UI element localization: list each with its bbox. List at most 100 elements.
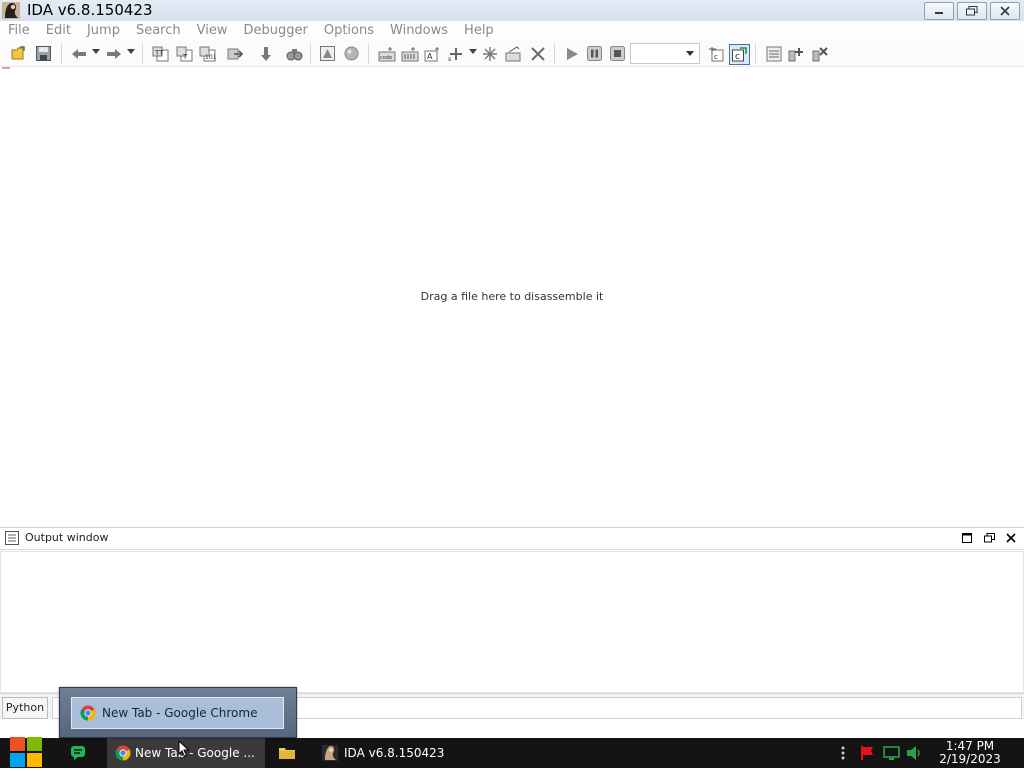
list-button[interactable] [764,44,783,63]
chrome-icon [80,705,96,721]
menu-help[interactable]: Help [456,21,502,40]
ida-icon [322,745,338,761]
speaker-icon [906,746,920,760]
make-struct-button[interactable]: s [446,44,465,63]
minimize-icon [935,12,943,14]
jump-to-button[interactable] [226,44,245,63]
make-array-button[interactable] [481,44,500,63]
delete-breakpoint-button[interactable] [811,44,830,63]
title-bar: IDA v6.8.150423 [0,0,1024,22]
search-text-next-icon: T [176,46,193,61]
back-history-dropdown[interactable] [92,49,100,54]
make-string-button[interactable]: A [423,44,442,63]
workspace-marker [2,67,10,69]
make-data-button[interactable] [400,44,419,63]
undefine-button[interactable] [528,44,547,63]
save-disk-icon [36,46,51,61]
open-file-button[interactable] [10,44,29,63]
decompile-button[interactable]: c [729,44,750,65]
disassembly-workspace[interactable]: Drag a file here to disassemble it [0,67,1024,527]
pause-icon [587,46,602,61]
stop-icon [610,46,625,61]
graph-view-button[interactable] [318,44,337,63]
array-icon [483,46,497,61]
mouse-cursor-icon [178,740,190,758]
struct-dropdown[interactable] [469,49,477,54]
data-icon [401,46,418,61]
tray-volume-button[interactable] [904,740,924,766]
taskbar-ida[interactable]: IDA v6.8.150423 [314,738,466,768]
output-close-button[interactable] [1004,530,1018,546]
menu-jump[interactable]: Jump [79,21,128,40]
output-maximize-button[interactable] [960,530,974,546]
network-monitor-icon [882,746,900,760]
main-toolbar: TT T 101 code A s c c [0,40,1024,67]
chat-bubble-icon [71,746,85,760]
x-delete-icon [530,46,545,61]
search-binary-button[interactable]: 101 [198,44,217,63]
svg-text:101: 101 [205,54,216,61]
color-button[interactable] [342,44,361,63]
menu-search[interactable]: Search [128,21,189,40]
debugger-select[interactable] [630,43,700,64]
sphere-icon [344,46,359,61]
taskbar-clock[interactable]: 1:47 PM 2/19/2023 [936,740,1004,766]
folder-icon [279,748,295,759]
save-button[interactable] [34,44,53,63]
output-window-title: Output window [25,531,109,544]
start-button[interactable] [8,736,44,768]
close-button[interactable] [990,2,1020,20]
taskbar-thumbnail-preview: New Tab - Google Chrome [59,687,297,738]
preview-window-item[interactable]: New Tab - Google Chrome [71,697,284,729]
step-down-button[interactable] [256,44,275,63]
start-debugger-button[interactable] [562,44,581,63]
svg-text:c: c [714,53,718,61]
decompile-icon: c [732,47,747,62]
stop-debugger-button[interactable] [608,44,627,63]
pause-debugger-button[interactable] [585,44,604,63]
delete-breakpoint-icon [812,46,828,61]
back-button[interactable] [69,44,88,63]
window-title: IDA v6.8.150423 [27,1,153,19]
menu-debugger[interactable]: Debugger [235,21,315,40]
search-text-button[interactable]: TT [151,44,170,63]
svg-text:T: T [182,53,188,61]
menu-bar: File Edit Jump Search View Debugger Opti… [0,21,1024,40]
forward-arrow-icon [106,48,121,59]
close-icon [1000,6,1010,16]
restore-button[interactable] [957,2,987,20]
search-occurrences-button[interactable] [285,44,304,63]
forward-button[interactable] [104,44,123,63]
taskbar-app-green[interactable] [70,738,92,768]
tray-network-button[interactable] [881,740,901,766]
tray-flag-button[interactable] [857,740,877,766]
string-icon: A [424,46,439,61]
make-offset-button[interactable] [504,44,523,63]
windows-logo-icon [10,737,42,767]
output-window-header: Output window [0,528,1024,550]
close-icon [1006,533,1016,543]
clock-date: 2/19/2023 [939,752,1001,766]
maximize-icon [962,533,972,543]
down-arrow-icon [260,46,271,61]
menu-edit[interactable]: Edit [38,21,79,40]
debugger-options-button[interactable]: c [706,44,725,63]
menu-view[interactable]: View [189,21,236,40]
offset-icon [505,45,521,61]
output-window-icon [5,531,19,545]
taskbar-file-explorer[interactable] [279,738,299,768]
output-log-area[interactable] [0,551,1024,693]
search-text-next-button[interactable]: T [175,44,194,63]
forward-history-dropdown[interactable] [127,49,135,54]
python-language-button[interactable]: Python [2,697,48,719]
tray-overflow-button[interactable] [836,740,850,766]
minimize-button[interactable] [924,2,954,20]
menu-file[interactable]: File [0,21,38,40]
menu-windows[interactable]: Windows [382,21,456,40]
menu-options[interactable]: Options [316,21,382,40]
code-icon: code [378,46,395,61]
make-code-button[interactable]: code [377,44,396,63]
output-float-button[interactable] [982,530,996,546]
list-icon [766,46,781,61]
add-breakpoint-button[interactable] [787,44,806,63]
